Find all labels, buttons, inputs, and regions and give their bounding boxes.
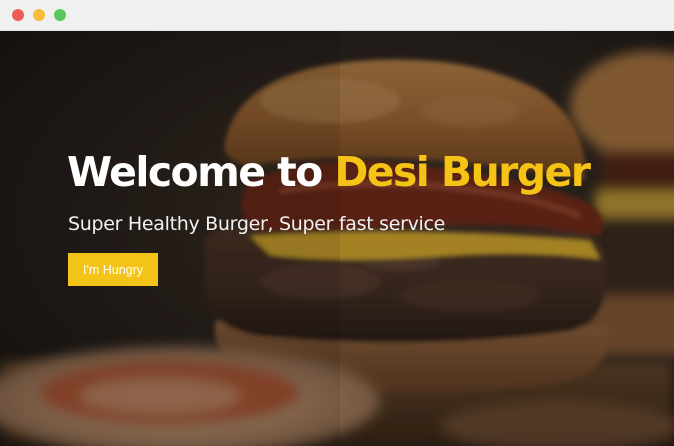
hero-headline: Welcome to Desi Burger: [67, 152, 667, 193]
hero-section: Welcome to Desi Burger Super Healthy Bur…: [0, 31, 674, 446]
browser-window-bar: [0, 0, 674, 31]
close-window-icon[interactable]: [12, 9, 24, 21]
hero-subheadline: Super Healthy Burger, Super fast service: [68, 213, 446, 235]
burger-background-image: [0, 31, 674, 446]
im-hungry-button[interactable]: I'm Hungry: [68, 253, 158, 286]
maximize-window-icon[interactable]: [54, 9, 66, 21]
brand-name: Desi Burger: [334, 148, 591, 196]
minimize-window-icon[interactable]: [33, 9, 45, 21]
headline-prefix: Welcome to: [67, 148, 335, 196]
